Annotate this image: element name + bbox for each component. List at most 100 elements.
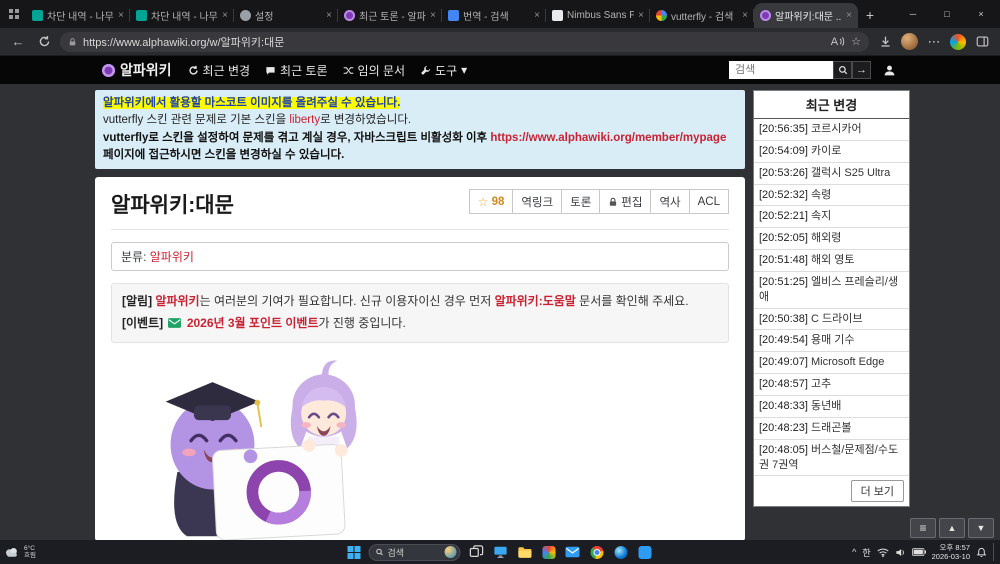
- show-desktop-button[interactable]: [993, 543, 996, 561]
- clock[interactable]: 오후 8:57 2026-03-10: [932, 543, 970, 561]
- change-title[interactable]: 속지: [811, 210, 831, 222]
- read-aloud-icon[interactable]: A: [831, 36, 845, 48]
- acl-button[interactable]: ACL: [688, 189, 729, 214]
- start-button[interactable]: [347, 545, 361, 559]
- recent-change-row[interactable]: [20:51:48] 해외 영토: [754, 250, 909, 272]
- browser-tab-translate-search[interactable]: 번역 - 검색 ×: [442, 3, 546, 28]
- battery-icon[interactable]: [911, 548, 926, 556]
- browser-tab-vutterfly-search[interactable]: vutterfly - 검색 ×: [650, 3, 754, 28]
- nav-tools[interactable]: 도구 ▾: [420, 62, 467, 79]
- favorite-star-icon[interactable]: ☆: [851, 35, 861, 48]
- change-title[interactable]: 코르시카어: [811, 123, 862, 135]
- profile-avatar[interactable]: [901, 33, 918, 50]
- browser-tab-block-log-1[interactable]: 차단 내역 - 나무... ×: [26, 3, 130, 28]
- maximize-button[interactable]: □: [930, 0, 964, 28]
- more-menu-icon[interactable]: ⋯: [924, 32, 944, 52]
- task-view-button[interactable]: [469, 544, 485, 560]
- monitor-app-icon[interactable]: [493, 544, 509, 560]
- refresh-button[interactable]: [34, 32, 54, 52]
- wiki-search-go-button[interactable]: →: [852, 61, 871, 79]
- file-explorer-icon[interactable]: [517, 544, 533, 560]
- sidebar-panel-icon[interactable]: [972, 32, 992, 52]
- category-link[interactable]: 알파위키: [150, 250, 194, 264]
- backlinks-button[interactable]: 역링크: [512, 189, 563, 214]
- browser-tab-alphawiki-main[interactable]: 알파위키:대문 ... ×: [754, 3, 858, 28]
- wiki-search-button[interactable]: [833, 61, 852, 79]
- chrome-app-icon[interactable]: [589, 544, 605, 560]
- change-title[interactable]: 드래곤볼: [811, 422, 851, 434]
- history-button[interactable]: 역사: [650, 189, 690, 214]
- nav-recent-changes[interactable]: 최근 변경: [188, 62, 250, 79]
- change-title[interactable]: 해외 영토: [811, 254, 855, 266]
- wifi-icon[interactable]: [877, 548, 889, 557]
- discuss-button[interactable]: 토론: [561, 189, 601, 214]
- change-title[interactable]: 갤럭시 S25 Ultra: [811, 167, 890, 179]
- recent-change-row[interactable]: [20:48:23] 드래곤볼: [754, 418, 909, 440]
- edit-button[interactable]: 편집: [599, 189, 652, 214]
- browser-tab-settings[interactable]: 설정 ×: [234, 3, 338, 28]
- copilot-icon[interactable]: [950, 33, 966, 50]
- event-link[interactable]: 2026년 3월 포인트 이벤트: [187, 316, 319, 330]
- recent-change-row[interactable]: [20:52:32] 속령: [754, 185, 909, 207]
- tab-actions-menu-icon[interactable]: [2, 2, 26, 26]
- downloads-icon[interactable]: [875, 32, 895, 52]
- recent-change-row[interactable]: [20:51:25] 엘비스 프레슬리/생애: [754, 272, 909, 309]
- change-title[interactable]: 카이로: [811, 145, 841, 157]
- wiki-logo[interactable]: 알파위키: [102, 60, 172, 80]
- new-tab-button[interactable]: +: [858, 3, 882, 27]
- more-button[interactable]: 더 보기: [850, 480, 904, 503]
- edge-app-icon[interactable]: [613, 544, 629, 560]
- user-menu-icon[interactable]: [883, 64, 896, 77]
- browser-tab-block-log-2[interactable]: 차단 내역 - 나무... ×: [130, 3, 234, 28]
- minimize-button[interactable]: ─: [896, 0, 930, 28]
- change-title[interactable]: 용매 기수: [811, 334, 855, 346]
- help-link[interactable]: 알파위키:도움말: [495, 294, 576, 308]
- scroll-bottom-button[interactable]: ▼: [968, 518, 994, 538]
- recent-change-row[interactable]: [20:56:35] 코르시카어: [754, 119, 909, 141]
- recent-change-row[interactable]: [20:49:54] 용매 기수: [754, 330, 909, 353]
- notification-bell-icon[interactable]: [976, 547, 987, 558]
- recent-change-row[interactable]: [20:49:07] Microsoft Edge: [754, 352, 909, 375]
- recent-change-row[interactable]: [20:52:21] 속지: [754, 206, 909, 229]
- change-title[interactable]: Microsoft Edge: [811, 356, 884, 368]
- tab-close-icon[interactable]: ×: [742, 10, 748, 21]
- volume-icon[interactable]: [895, 547, 906, 558]
- recent-change-row[interactable]: [20:50:38] C 드라이브: [754, 309, 909, 331]
- ime-indicator[interactable]: 한: [862, 546, 870, 559]
- weather-widget[interactable]: 6°C 흐림: [4, 545, 36, 560]
- mail-app-icon[interactable]: [565, 544, 581, 560]
- tab-close-icon[interactable]: ×: [222, 10, 228, 21]
- change-title[interactable]: 동년배: [811, 400, 841, 412]
- wiki-search-input[interactable]: [729, 61, 833, 79]
- recent-change-row[interactable]: [20:52:05] 해외령: [754, 228, 909, 251]
- hidden-icons-chevron[interactable]: ^: [852, 547, 856, 557]
- tab-close-icon[interactable]: ×: [430, 10, 436, 21]
- close-window-button[interactable]: ×: [964, 0, 998, 28]
- tab-close-icon[interactable]: ×: [638, 10, 644, 21]
- toc-button[interactable]: ≡: [910, 518, 936, 538]
- alphawiki-link[interactable]: 알파위키: [155, 294, 199, 308]
- liberty-skin-link[interactable]: liberty: [289, 114, 320, 126]
- tab-close-icon[interactable]: ×: [534, 10, 540, 21]
- recent-change-row[interactable]: [20:54:09] 카이로: [754, 141, 909, 163]
- site-info-icon[interactable]: [68, 37, 77, 47]
- photos-app-icon[interactable]: [541, 544, 557, 560]
- back-button[interactable]: ←: [8, 32, 28, 52]
- taskbar-search[interactable]: 검색: [368, 543, 461, 561]
- tab-close-icon[interactable]: ×: [846, 10, 852, 21]
- mypage-link[interactable]: https://www.alphawiki.org/member/mypage: [490, 132, 726, 144]
- browser-tab-recent-discuss[interactable]: 최근 토론 - 알파위... ×: [338, 3, 442, 28]
- recent-change-row[interactable]: [20:48:05] 버스철/문제점/수도권 7권역: [754, 440, 909, 477]
- nav-random-document[interactable]: 임의 문서: [343, 62, 405, 79]
- scroll-top-button[interactable]: ▲: [939, 518, 965, 538]
- change-title[interactable]: 고추: [811, 378, 831, 390]
- recent-change-row[interactable]: [20:48:57] 고추: [754, 374, 909, 396]
- change-title[interactable]: 해외령: [811, 232, 841, 244]
- nav-recent-discuss[interactable]: 최근 토론: [265, 62, 328, 79]
- address-bar[interactable]: https://www.alphawiki.org/w/알파위키:대문 A ☆: [60, 31, 869, 52]
- change-title[interactable]: C 드라이브: [811, 313, 862, 325]
- recent-change-row[interactable]: [20:53:26] 갤럭시 S25 Ultra: [754, 163, 909, 185]
- tab-close-icon[interactable]: ×: [326, 10, 332, 21]
- code-app-icon[interactable]: [637, 544, 653, 560]
- recent-change-row[interactable]: [20:48:33] 동년배: [754, 396, 909, 418]
